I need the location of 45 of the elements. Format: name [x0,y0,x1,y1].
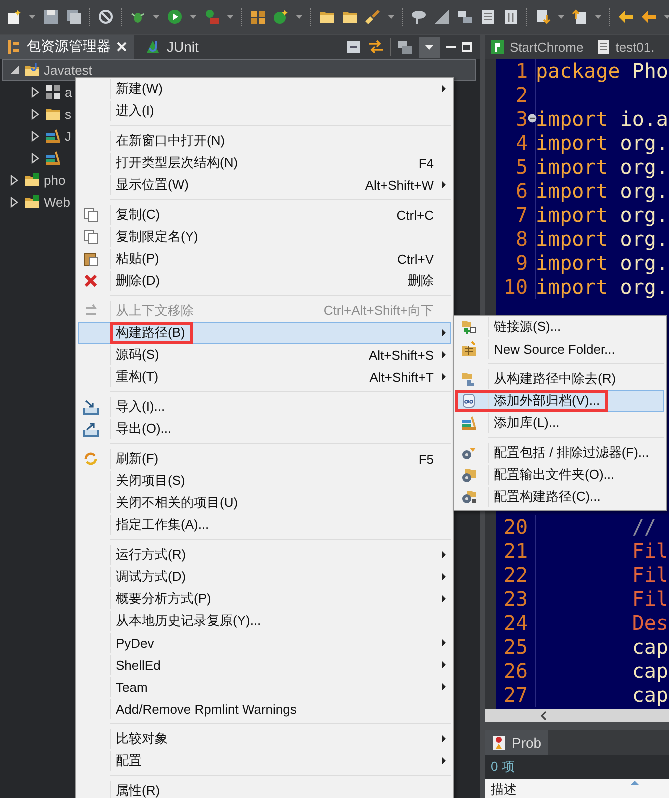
code-line: import org. [536,251,668,275]
shortcut-text: F4 [418,156,434,170]
line-number: 9 [514,251,528,275]
code-line: import org. [536,227,668,251]
line-number: 7 [514,203,528,227]
code-line: cap [631,635,668,659]
code-line: import org. [536,203,668,227]
line-number: 26 [502,659,528,683]
line-number: 8 [514,227,528,251]
shortcut-text: 删除 [408,272,434,290]
code-line: Des [631,611,668,635]
code-line: Fil [631,563,668,587]
code-line: cap [631,683,668,707]
line-number: 4 [514,131,528,155]
shortcut-text: Alt+Shift+W [365,178,434,192]
line-number: 3 [514,107,528,131]
code-line: import org. [536,179,668,203]
line-number: 1 [514,59,528,83]
code-line: import org. [536,155,668,179]
line-number: 22 [502,563,528,587]
code-line: package Pho [536,59,668,83]
line-number: 23 [502,587,528,611]
line-number: 21 [502,539,528,563]
code-line: cap [631,659,668,683]
code-line: // [631,515,656,539]
line-number: 2 [514,83,528,107]
shortcut-text: Ctrl+C [396,208,434,222]
line-number: 6 [514,179,528,203]
line-number: 27 [502,683,528,707]
shortcut-text: Ctrl+V [398,252,434,266]
shortcut-text: Alt+Shift+S [368,348,434,362]
line-number: 25 [502,635,528,659]
code-line: import org. [536,275,668,299]
line-number: 20 [502,515,528,539]
code-line: Fil [631,587,668,611]
code-line: import io.a [536,107,668,131]
shortcut-text: Ctrl+Alt+Shift+向下 [324,302,434,320]
shortcut-text: F5 [418,452,434,466]
item-count: 0 项 [490,758,516,776]
line-number: 24 [502,611,528,635]
line-number: 5 [514,155,528,179]
code-line: Fil [631,539,668,563]
shortcut-text: Alt+Shift+T [370,370,434,384]
line-number: 10 [502,275,528,299]
code-line: import org. [536,131,668,155]
